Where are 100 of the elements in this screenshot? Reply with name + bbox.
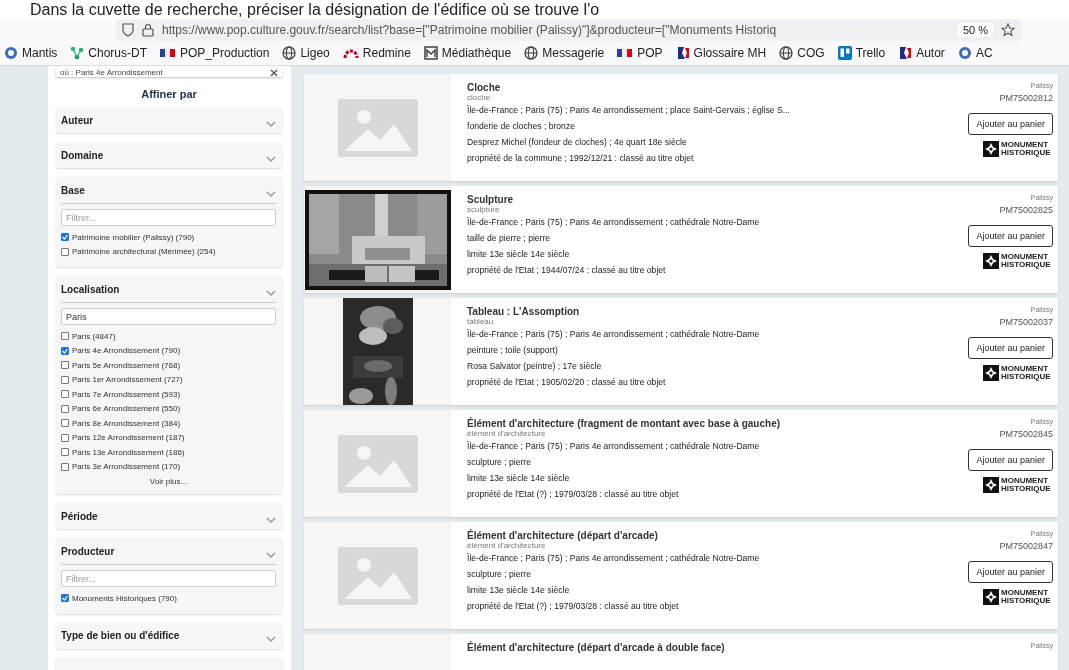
option-label[interactable]: Paris 7e Arrondissement (593) <box>72 389 181 399</box>
result-title[interactable]: Sculpture <box>467 194 938 205</box>
bookmark[interactable]: Médiathèque <box>423 46 512 60</box>
option-label[interactable]: Paris 8e Arrondissement (384) <box>72 418 181 428</box>
add-to-cart-button[interactable]: Ajouter au panier <box>968 337 1053 359</box>
checkbox[interactable] <box>61 361 69 370</box>
add-to-cart-button[interactable]: Ajouter au panier <box>968 449 1053 471</box>
filter-field[interactable]: Paris <box>61 308 276 325</box>
result-detail: propriété de l'Etat ; 1905/02/20 : classé au titre objet <box>467 376 667 389</box>
filter-title[interactable]: Producteur <box>61 545 115 557</box>
bookmark[interactable]: Autor <box>898 46 945 60</box>
zoom-level[interactable]: 50 % <box>957 23 993 37</box>
option-label[interactable]: Paris 12e Arrondissement (187) <box>72 433 185 443</box>
checkbox[interactable] <box>61 332 69 341</box>
filter-title[interactable]: Localisation <box>61 283 120 295</box>
flag-icon <box>898 46 913 60</box>
option-label[interactable]: Paris 6e Arrondissement (550) <box>72 404 181 414</box>
checkbox[interactable] <box>61 594 69 603</box>
bookmark[interactable]: Mantis <box>4 46 58 60</box>
checkbox[interactable] <box>61 433 69 442</box>
search-chip[interactable]: où : Paris 4e Arrondissement <box>56 68 282 77</box>
result-type: élément d'architecture <box>467 429 547 438</box>
result-detail: Rosa Salvator (peintre) ; 17e siècle <box>467 360 603 373</box>
image-placeholder-icon <box>337 546 418 605</box>
add-to-cart-button[interactable]: Ajouter au panier <box>968 225 1053 247</box>
bookmark[interactable]: Chorus-DT <box>70 46 148 60</box>
option-label[interactable]: Paris 13e Arrondissement (186) <box>72 447 185 457</box>
bookmark[interactable]: COG <box>779 46 825 60</box>
reference-code: PM75002847 <box>999 541 1053 551</box>
bookmark[interactable]: Ligeo <box>282 46 330 60</box>
result-title[interactable]: Élément d'architecture (départ d'arcade à double face) <box>467 642 938 653</box>
badge-text: MONUMENT HISTORIQUE <box>1001 477 1052 493</box>
checkbox[interactable] <box>61 247 69 256</box>
checkbox[interactable] <box>61 404 69 413</box>
bookmark[interactable]: Glossaire MH <box>675 46 767 60</box>
reference-code: PM75002845 <box>999 429 1053 439</box>
add-to-cart-button[interactable]: Ajouter au panier <box>968 113 1053 135</box>
result-title[interactable]: Cloche <box>467 82 938 93</box>
bookmark[interactable]: Trello <box>837 46 886 60</box>
result-detail: limite 13e siècle 14e siècle <box>467 472 571 485</box>
result-detail: propriété de l'Etat (?) ; 1979/03/28 : classé au titre objet <box>467 600 680 613</box>
bookmark[interactable]: AC <box>957 46 993 60</box>
flag-icon <box>617 47 634 59</box>
checkbox[interactable] <box>61 375 69 384</box>
bookmark[interactable]: Messagerie <box>524 46 605 60</box>
circle-icon <box>4 46 18 60</box>
square-icon <box>423 46 438 60</box>
emblem-icon <box>983 589 999 605</box>
board-icon <box>837 46 852 60</box>
add-to-cart-button[interactable]: Ajouter au panier <box>968 561 1053 583</box>
star-icon <box>1001 23 1015 37</box>
option-label[interactable]: Monuments Historiques (790) <box>72 593 177 603</box>
result-title[interactable]: Élément d'architecture (fragment de montant avec base à gauche) <box>467 418 938 429</box>
result-detail: Île-de-France ; Paris (75) ; Paris 4e arrondissement ; place Saint-Gervais ; église S... <box>467 104 791 117</box>
checkbox[interactable] <box>61 390 69 399</box>
badge-text: MONUMENT HISTORIQUE <box>1001 589 1052 605</box>
chevron-down-icon <box>266 190 276 198</box>
option-label[interactable]: Patrimoine architectural (Mérimée) (254) <box>72 247 216 257</box>
filter-title[interactable]: Base <box>61 184 85 196</box>
chevron-down-icon <box>266 636 276 643</box>
result-type: cloche <box>467 93 492 102</box>
option-label[interactable]: Paris 4e Arrondissement (790) <box>72 346 181 356</box>
close-icon <box>270 68 278 77</box>
option-label[interactable]: Paris 3e Arrondissement (170) <box>72 462 181 472</box>
checkbox[interactable] <box>61 346 69 355</box>
chevron-down-icon <box>266 516 276 524</box>
filter-title[interactable]: Domaine <box>61 149 104 161</box>
result-detail: propriété de la commune ; 1992/12/21 : classé au titre objet <box>467 152 695 165</box>
bookmark[interactable]: Redmine <box>342 46 411 60</box>
result-title[interactable]: Tableau : L'Assomption <box>467 306 938 317</box>
badge-text: MONUMENT HISTORIQUE <box>1001 365 1052 381</box>
badge-text: MONUMENT HISTORIQUE <box>1001 141 1052 157</box>
network-icon <box>70 46 85 60</box>
bookmark[interactable]: POP_Production <box>160 46 270 60</box>
bookmark[interactable]: POP <box>617 46 663 60</box>
filter-field[interactable]: Filtrer... <box>61 570 276 587</box>
checkbox[interactable] <box>61 233 69 242</box>
address-bar[interactable]: https://www.pop.culture.gouv.fr/search/list?base=["Patrimoine mobilier (Palissy)"]&producteur=["Monuments Historiq 50 % <box>116 19 1021 41</box>
checkbox[interactable] <box>61 448 69 457</box>
image-placeholder-icon <box>337 434 418 493</box>
filter-field[interactable]: Filtrer... <box>61 209 276 226</box>
chip-label: où : Paris 4e Arrondissement <box>60 68 163 77</box>
result-detail: propriété de l'Etat ; 1944/07/24 : classé au titre objet <box>467 264 667 277</box>
filter-title[interactable]: Type de bien ou d'édifice <box>61 630 180 641</box>
option-label[interactable]: Patrimoine mobilier (Palissy) (790) <box>72 232 195 242</box>
emblem-icon <box>983 141 999 157</box>
shield-icon <box>122 23 134 37</box>
more-link[interactable]: Voir plus... <box>61 477 276 486</box>
option-label[interactable]: Paris (4847) <box>72 331 116 341</box>
checkbox[interactable] <box>61 419 69 428</box>
emblem-icon <box>983 477 999 493</box>
option-label[interactable]: Paris 5e Arrondissement (768) <box>72 360 181 370</box>
emblem-icon <box>983 365 999 381</box>
option-label[interactable]: Paris 1er Arrondissement (727) <box>72 375 183 385</box>
result-title[interactable]: Élément d'architecture (départ d'arcade) <box>467 530 938 541</box>
filter-title[interactable]: Auteur <box>61 114 94 126</box>
filter-title[interactable]: Période <box>61 510 98 522</box>
result-detail: sculpture ; pierre <box>467 568 532 581</box>
result-detail: limite 13e siècle 14e siècle <box>467 248 571 261</box>
checkbox[interactable] <box>61 462 69 471</box>
